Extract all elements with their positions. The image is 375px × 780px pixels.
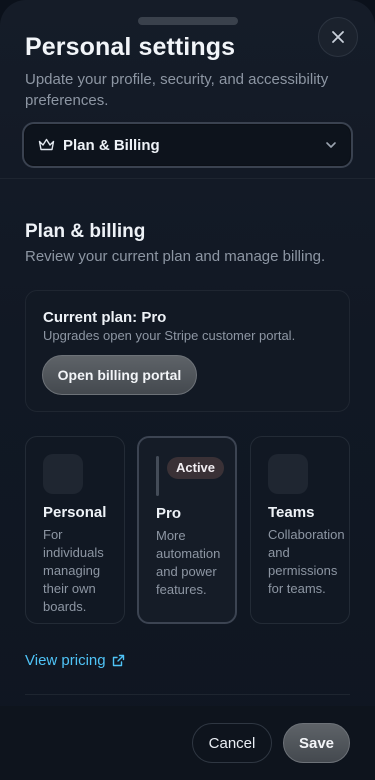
- plan-description: Collaboration and permissions for teams.: [268, 527, 345, 596]
- cancel-button[interactable]: Cancel: [192, 723, 272, 763]
- plan-card-pro[interactable]: Active Pro More automation and power fea…: [137, 436, 237, 624]
- crown-icon: [38, 138, 55, 151]
- plan-icon-placeholder: [43, 454, 83, 494]
- view-pricing-link[interactable]: View pricing: [25, 652, 125, 669]
- plan-name: Personal: [43, 504, 107, 521]
- active-indicator: [156, 456, 159, 496]
- plan-name: Teams: [268, 504, 315, 521]
- current-plan-subtitle: Upgrades open your Stripe customer porta…: [43, 328, 296, 343]
- section-subtitle: Review your current plan and manage bill…: [25, 248, 326, 265]
- save-button[interactable]: Save: [283, 723, 350, 763]
- plan-icon-placeholder: [268, 454, 308, 494]
- chevron-down-icon: [326, 142, 336, 148]
- view-pricing-label: View pricing: [25, 652, 106, 669]
- plan-name: Pro: [156, 505, 182, 522]
- plan-description: For individuals managing their own board…: [43, 527, 104, 614]
- page-title: Personal settings: [25, 33, 236, 61]
- current-plan-card: Current plan: Pro Upgrades open your Str…: [25, 290, 350, 412]
- divider: [0, 178, 375, 179]
- section-title: Plan & billing: [25, 221, 146, 242]
- open-billing-portal-button[interactable]: Open billing portal: [42, 355, 197, 395]
- settings-sheet: Personal settings Update your profile, s…: [0, 0, 375, 780]
- page-subtitle: Update your profile, security, and acces…: [25, 71, 329, 109]
- section-dropdown[interactable]: Plan & Billing: [22, 122, 353, 168]
- close-icon: [332, 31, 344, 43]
- plan-card-teams[interactable]: Teams Collaboration and permissions for …: [250, 436, 350, 624]
- close-button[interactable]: [318, 17, 358, 57]
- divider: [25, 694, 350, 695]
- active-badge: Active: [167, 457, 225, 479]
- current-plan-title: Current plan: Pro: [43, 309, 167, 326]
- section-dropdown-value: Plan & Billing: [63, 136, 160, 154]
- external-link-icon: [112, 654, 124, 667]
- plan-description: More automation and power features.: [156, 528, 221, 597]
- drag-handle[interactable]: [138, 17, 238, 25]
- plan-card-personal[interactable]: Personal For individuals managing their …: [25, 436, 125, 624]
- footer-bar: Cancel Save: [0, 706, 375, 780]
